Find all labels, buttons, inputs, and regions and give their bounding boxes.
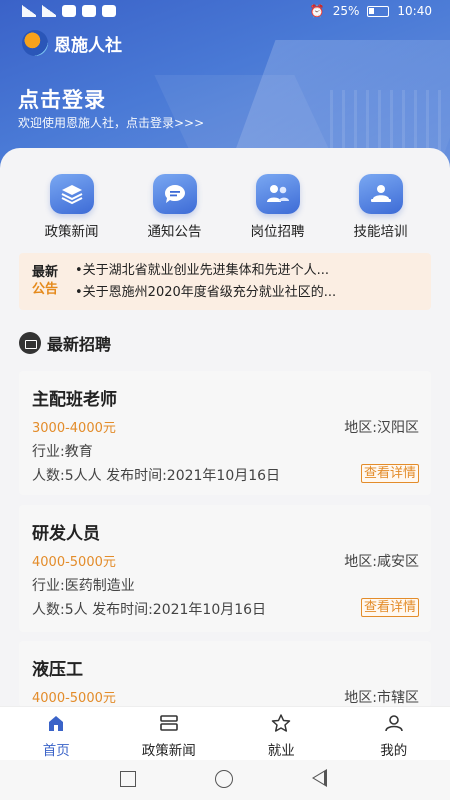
job-salary: 3000-4000元 — [32, 421, 116, 436]
notice-tag-line2: 公告 — [32, 282, 59, 297]
section-title: 最新招聘 — [47, 335, 112, 354]
home-icon — [49, 716, 64, 731]
notice-tag-line1: 最新 — [32, 265, 59, 280]
notice-list: •关于湖北省就业创业先进集体和先进个人... •关于恩施州2020年度省级充分就… — [75, 260, 336, 304]
bottom-tab-bar: 首页 政策新闻 就业 我的 — [0, 706, 450, 760]
alarm-icon: ⏰ — [309, 4, 325, 18]
tab-label: 我的 — [380, 743, 408, 759]
notification-icon — [102, 5, 116, 17]
brand: 恩施人社 — [22, 30, 122, 56]
tab-label: 首页 — [42, 743, 70, 759]
quick-link-label: 通知公告 — [147, 224, 202, 240]
job-title: 液压工 — [32, 660, 83, 680]
job-industry: 行业:教育 — [32, 444, 93, 460]
chat-bubble-icon — [152, 174, 197, 214]
notification-icon — [62, 5, 76, 17]
home-button[interactable] — [215, 770, 233, 788]
quick-link-job-recruitment[interactable]: 岗位招聘 — [226, 160, 329, 240]
notification-icon — [82, 5, 96, 17]
people-icon — [255, 174, 300, 214]
layers-icon — [49, 174, 94, 214]
job-title: 主配班老师 — [32, 390, 117, 410]
tab-label: 政策新闻 — [141, 743, 196, 759]
latest-notice-panel: 最新 公告 •关于湖北省就业创业先进集体和先进个人... •关于恩施州2020年… — [19, 253, 431, 310]
job-industry: 行业:医药制造业 — [32, 578, 135, 594]
recents-button[interactable] — [120, 771, 136, 787]
quick-link-label: 政策新闻 — [44, 224, 99, 240]
back-button[interactable] — [312, 769, 327, 787]
job-title: 研发人员 — [32, 524, 100, 544]
quick-link-notices[interactable]: 通知公告 — [123, 160, 226, 240]
job-meta: 人数:5人 发布时间:2021年10月16日 — [32, 602, 267, 618]
quick-links: 政策新闻 通知公告 岗位招聘 技能培训 — [0, 160, 450, 240]
app-name: 恩施人社 — [54, 35, 122, 56]
signal-icon — [42, 5, 56, 17]
job-card[interactable]: 主配班老师 3000-4000元 地区:汉阳区 行业:教育 人数:5人人 发布时… — [19, 371, 431, 495]
person-icon — [384, 715, 403, 732]
news-icon — [159, 715, 178, 731]
job-salary: 4000-5000元 — [32, 555, 116, 570]
battery-percent: 25% — [332, 4, 360, 18]
tab-employment[interactable]: 就业 — [225, 707, 338, 760]
job-region: 地区:汉阳区 — [344, 420, 419, 436]
tab-label: 就业 — [267, 743, 295, 759]
job-region: 地区:咸安区 — [344, 554, 419, 570]
notice-item[interactable]: •关于恩施州2020年度省级充分就业社区的... — [75, 282, 336, 304]
quick-link-label: 技能培训 — [353, 224, 408, 240]
app-logo-icon — [22, 30, 48, 56]
view-details-button[interactable]: 查看详情 — [360, 598, 419, 617]
job-region: 地区:市辖区 — [344, 690, 419, 706]
job-card[interactable]: 液压工 4000-5000元 地区:市辖区 — [19, 641, 431, 707]
tab-mine[interactable]: 我的 — [338, 707, 450, 760]
job-card[interactable]: 研发人员 4000-5000元 地区:咸安区 行业:医药制造业 人数:5人 发布… — [19, 505, 431, 632]
battery-icon — [367, 5, 390, 17]
signal-icon — [22, 5, 36, 17]
section-header: 最新招聘 — [19, 331, 111, 355]
notice-item[interactable]: •关于湖北省就业创业先进集体和先进个人... — [75, 260, 336, 282]
system-nav-bar — [0, 760, 450, 800]
briefcase-icon — [19, 332, 41, 354]
status-icons-right: ⏰ 25% 10:40 — [310, 4, 432, 18]
quick-link-policy-news[interactable]: 政策新闻 — [20, 160, 123, 240]
job-meta: 人数:5人人 发布时间:2021年10月16日 — [32, 468, 281, 484]
quick-link-label: 岗位招聘 — [250, 224, 305, 240]
quick-link-skills-training[interactable]: 技能培训 — [329, 160, 432, 240]
training-icon — [358, 174, 403, 214]
status-icons-left — [22, 5, 116, 17]
job-salary: 4000-5000元 — [32, 691, 116, 706]
tab-home[interactable]: 首页 — [0, 707, 113, 760]
status-bar: ⏰ 25% 10:40 — [0, 0, 450, 26]
clock: 10:40 — [397, 4, 432, 18]
notice-tag: 最新 公告 — [32, 264, 58, 298]
view-details-button[interactable]: 查看详情 — [360, 464, 419, 483]
star-icon — [272, 714, 291, 732]
login-title[interactable]: 点击登录 — [18, 84, 106, 114]
tab-policy-news[interactable]: 政策新闻 — [113, 707, 226, 760]
login-subtitle[interactable]: 欢迎使用恩施人社，点击登录>>> — [18, 114, 204, 131]
